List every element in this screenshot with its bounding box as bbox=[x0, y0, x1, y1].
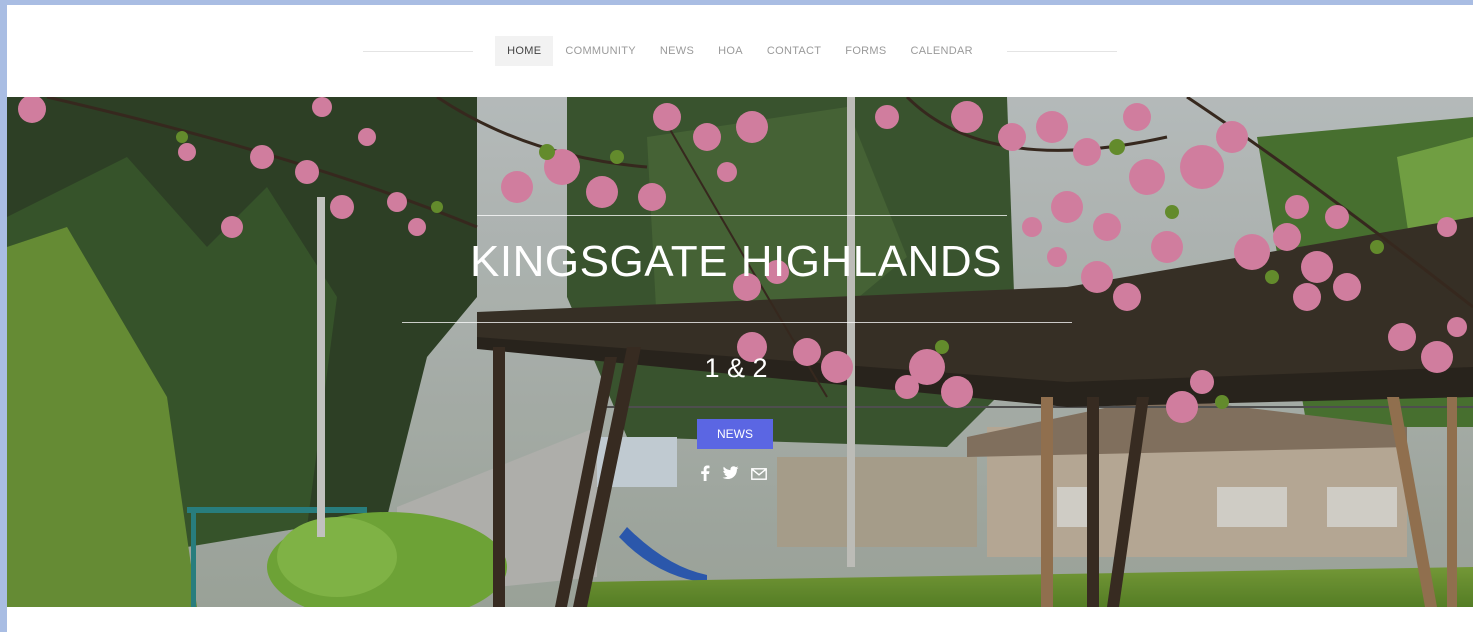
social-links bbox=[700, 465, 767, 486]
nav-item-contact[interactable]: CONTACT bbox=[755, 36, 833, 66]
nav-item-hoa[interactable]: HOA bbox=[706, 36, 755, 66]
nav-item-calendar[interactable]: CALENDAR bbox=[899, 36, 985, 66]
page: HOME COMMUNITY NEWS HOA CONTACT FORMS CA… bbox=[7, 5, 1473, 632]
top-navigation: HOME COMMUNITY NEWS HOA CONTACT FORMS CA… bbox=[7, 5, 1473, 97]
site-title: KINGSGATE HIGHLANDS bbox=[470, 237, 1002, 286]
facebook-icon[interactable] bbox=[700, 465, 710, 486]
nav-item-community[interactable]: COMMUNITY bbox=[553, 36, 648, 66]
news-button[interactable]: NEWS bbox=[697, 419, 773, 449]
twitter-icon[interactable] bbox=[722, 466, 739, 485]
nav-divider-left bbox=[363, 50, 474, 52]
nav-item-forms[interactable]: FORMS bbox=[833, 36, 898, 66]
content-start bbox=[7, 607, 1473, 632]
email-icon[interactable] bbox=[751, 467, 767, 485]
title-rule-top bbox=[477, 215, 1007, 216]
site-subtitle: 1 & 2 bbox=[704, 353, 768, 383]
hero-banner: KINGSGATE HIGHLANDS 1 & 2 NEWS bbox=[7, 97, 1473, 607]
nav-item-news[interactable]: NEWS bbox=[648, 36, 706, 66]
hero-content: KINGSGATE HIGHLANDS 1 & 2 NEWS bbox=[7, 97, 1473, 607]
nav-item-home[interactable]: HOME bbox=[495, 36, 554, 66]
nav-divider-right bbox=[1006, 50, 1117, 52]
nav-menu: HOME COMMUNITY NEWS HOA CONTACT FORMS CA… bbox=[495, 36, 985, 66]
title-rule-bottom bbox=[402, 322, 1072, 323]
